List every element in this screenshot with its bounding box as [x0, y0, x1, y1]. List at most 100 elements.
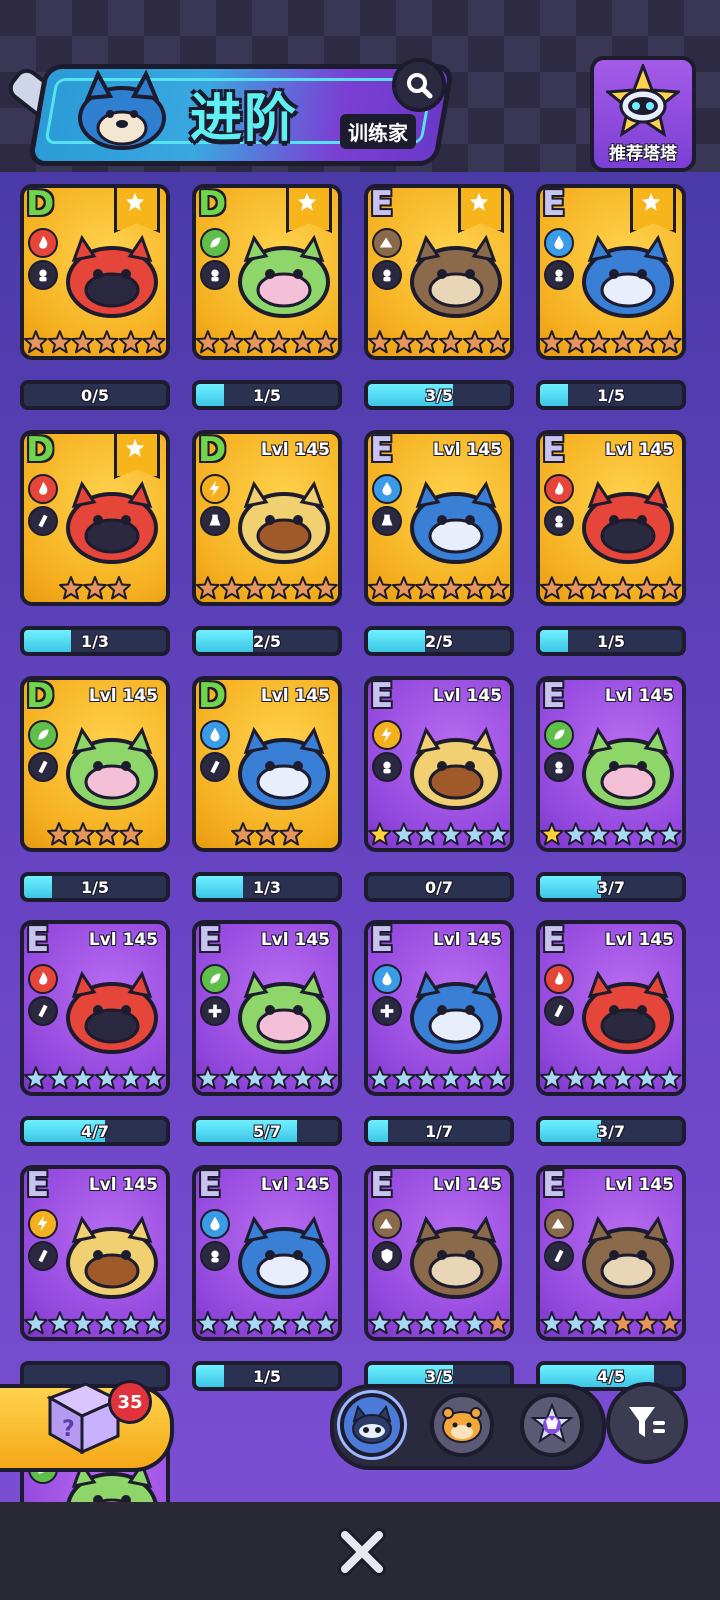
support-role-icon: [544, 752, 574, 782]
grass-element-icon: [200, 228, 230, 258]
progress-bar: 1/7: [364, 1116, 514, 1146]
progress-bar: 1/5: [536, 626, 686, 656]
hero-card[interactable]: D Lvl 145: [20, 676, 170, 852]
water-element-icon: [200, 1209, 230, 1239]
svg-text:?: ?: [62, 1417, 75, 1442]
close-icon: [338, 1528, 386, 1576]
star-rating: [368, 576, 510, 600]
attack-role-icon: [28, 506, 58, 536]
grade-label: E: [542, 676, 566, 716]
tab-star[interactable]: [520, 1393, 584, 1457]
recommend-button[interactable]: 推荐塔塔: [590, 56, 696, 172]
star-rating: [540, 822, 682, 846]
hero-card[interactable]: E Lvl 145: [536, 676, 686, 852]
electric-element-icon: [28, 1209, 58, 1239]
hero-card[interactable]: E Lvl 145: [364, 1165, 514, 1341]
pack-count-badge: 35: [108, 1380, 152, 1424]
heal-role-icon: [200, 996, 230, 1026]
creature-portrait: [238, 726, 330, 810]
creature-portrait: [582, 726, 674, 810]
level-label: Lvl 145: [432, 686, 502, 706]
filter-button[interactable]: [606, 1382, 688, 1464]
creature-portrait: [410, 234, 502, 318]
hero-card[interactable]: E Lvl 145: [536, 920, 686, 1096]
creature-portrait: [582, 1215, 674, 1299]
grade-label: E: [542, 184, 566, 224]
hero-card[interactable]: E Lvl 145: [536, 430, 686, 606]
earth-element-icon: [372, 1209, 402, 1239]
creature-portrait: [582, 970, 674, 1054]
water-element-icon: [372, 964, 402, 994]
creature-portrait: [238, 480, 330, 564]
star-icon: [469, 192, 489, 211]
grade-label: E: [26, 920, 50, 960]
star-icon: [125, 438, 145, 457]
star-rating: [196, 1066, 338, 1090]
support-role-icon: [372, 752, 402, 782]
hero-card[interactable]: E Lvl 145: [364, 920, 514, 1096]
star-rating: [24, 330, 166, 354]
defense-role-icon: [372, 1241, 402, 1271]
star-rating: [540, 1311, 682, 1335]
progress-bar: 4/7: [20, 1116, 170, 1146]
star-rating: [24, 576, 166, 600]
hero-card[interactable]: E Lvl 145: [364, 430, 514, 606]
grade-label: E: [198, 1165, 222, 1205]
hero-card[interactable]: E Lvl 145: [536, 1165, 686, 1341]
level-label: Lvl 145: [260, 1175, 330, 1195]
tab-cat[interactable]: [340, 1393, 404, 1457]
hero-card[interactable]: E Lvl 145: [364, 676, 514, 852]
hero-card[interactable]: E Lvl 145: [20, 920, 170, 1096]
star-rating: [540, 1066, 682, 1090]
progress-text: 0/7: [424, 877, 454, 897]
fire-element-icon: [544, 964, 574, 994]
hero-card[interactable]: D Lvl 145: [192, 676, 342, 852]
star-icon: [297, 192, 317, 211]
attack-role-icon: [28, 1241, 58, 1271]
tab-hamster[interactable]: [430, 1393, 494, 1457]
search-button[interactable]: [392, 58, 446, 112]
progress-text: 1/5: [80, 877, 110, 897]
progress-text: 3/7: [596, 877, 626, 897]
creature-portrait: [410, 480, 502, 564]
hero-card[interactable]: E: [536, 184, 686, 360]
star-rating: [368, 822, 510, 846]
close-button[interactable]: [334, 1524, 390, 1580]
grade-label: E: [370, 676, 394, 716]
hero-card[interactable]: D: [20, 430, 170, 606]
grade-label: E: [26, 1165, 50, 1205]
hero-card[interactable]: D: [192, 184, 342, 360]
star-icon: [125, 192, 145, 211]
grade-label: D: [26, 676, 55, 716]
creature-portrait: [66, 480, 158, 564]
creature-portrait: [410, 970, 502, 1054]
fire-element-icon: [544, 474, 574, 504]
hero-card[interactable]: D Lvl 145: [192, 430, 342, 606]
level-label: Lvl 145: [604, 930, 674, 950]
support-role-icon: [544, 260, 574, 290]
star-rating: [196, 576, 338, 600]
creature-portrait: [410, 1215, 502, 1299]
progress-text: 1/3: [252, 877, 282, 897]
electric-element-icon: [372, 720, 402, 750]
level-label: Lvl 145: [88, 1175, 158, 1195]
progress-bar: 3/7: [536, 1116, 686, 1146]
star-rating: [540, 330, 682, 354]
hero-card[interactable]: E: [364, 184, 514, 360]
hero-card[interactable]: D: [20, 184, 170, 360]
mystery-pack-button[interactable]: ? 35: [0, 1380, 174, 1472]
earth-element-icon: [544, 1209, 574, 1239]
fire-element-icon: [28, 228, 58, 258]
hero-card[interactable]: E Lvl 145: [192, 1165, 342, 1341]
progress-bar: 1/5: [192, 1361, 342, 1391]
creature-portrait: [66, 970, 158, 1054]
hero-card[interactable]: E Lvl 145: [20, 1165, 170, 1341]
progress-text: 1/3: [80, 631, 110, 651]
banner-pet-icon: [78, 69, 166, 150]
level-label: Lvl 145: [604, 686, 674, 706]
progress-text: 2/5: [424, 631, 454, 651]
creature-portrait: [66, 1215, 158, 1299]
page-title: 进阶: [190, 89, 299, 149]
hero-card[interactable]: E Lvl 145: [192, 920, 342, 1096]
level-label: Lvl 145: [260, 440, 330, 460]
